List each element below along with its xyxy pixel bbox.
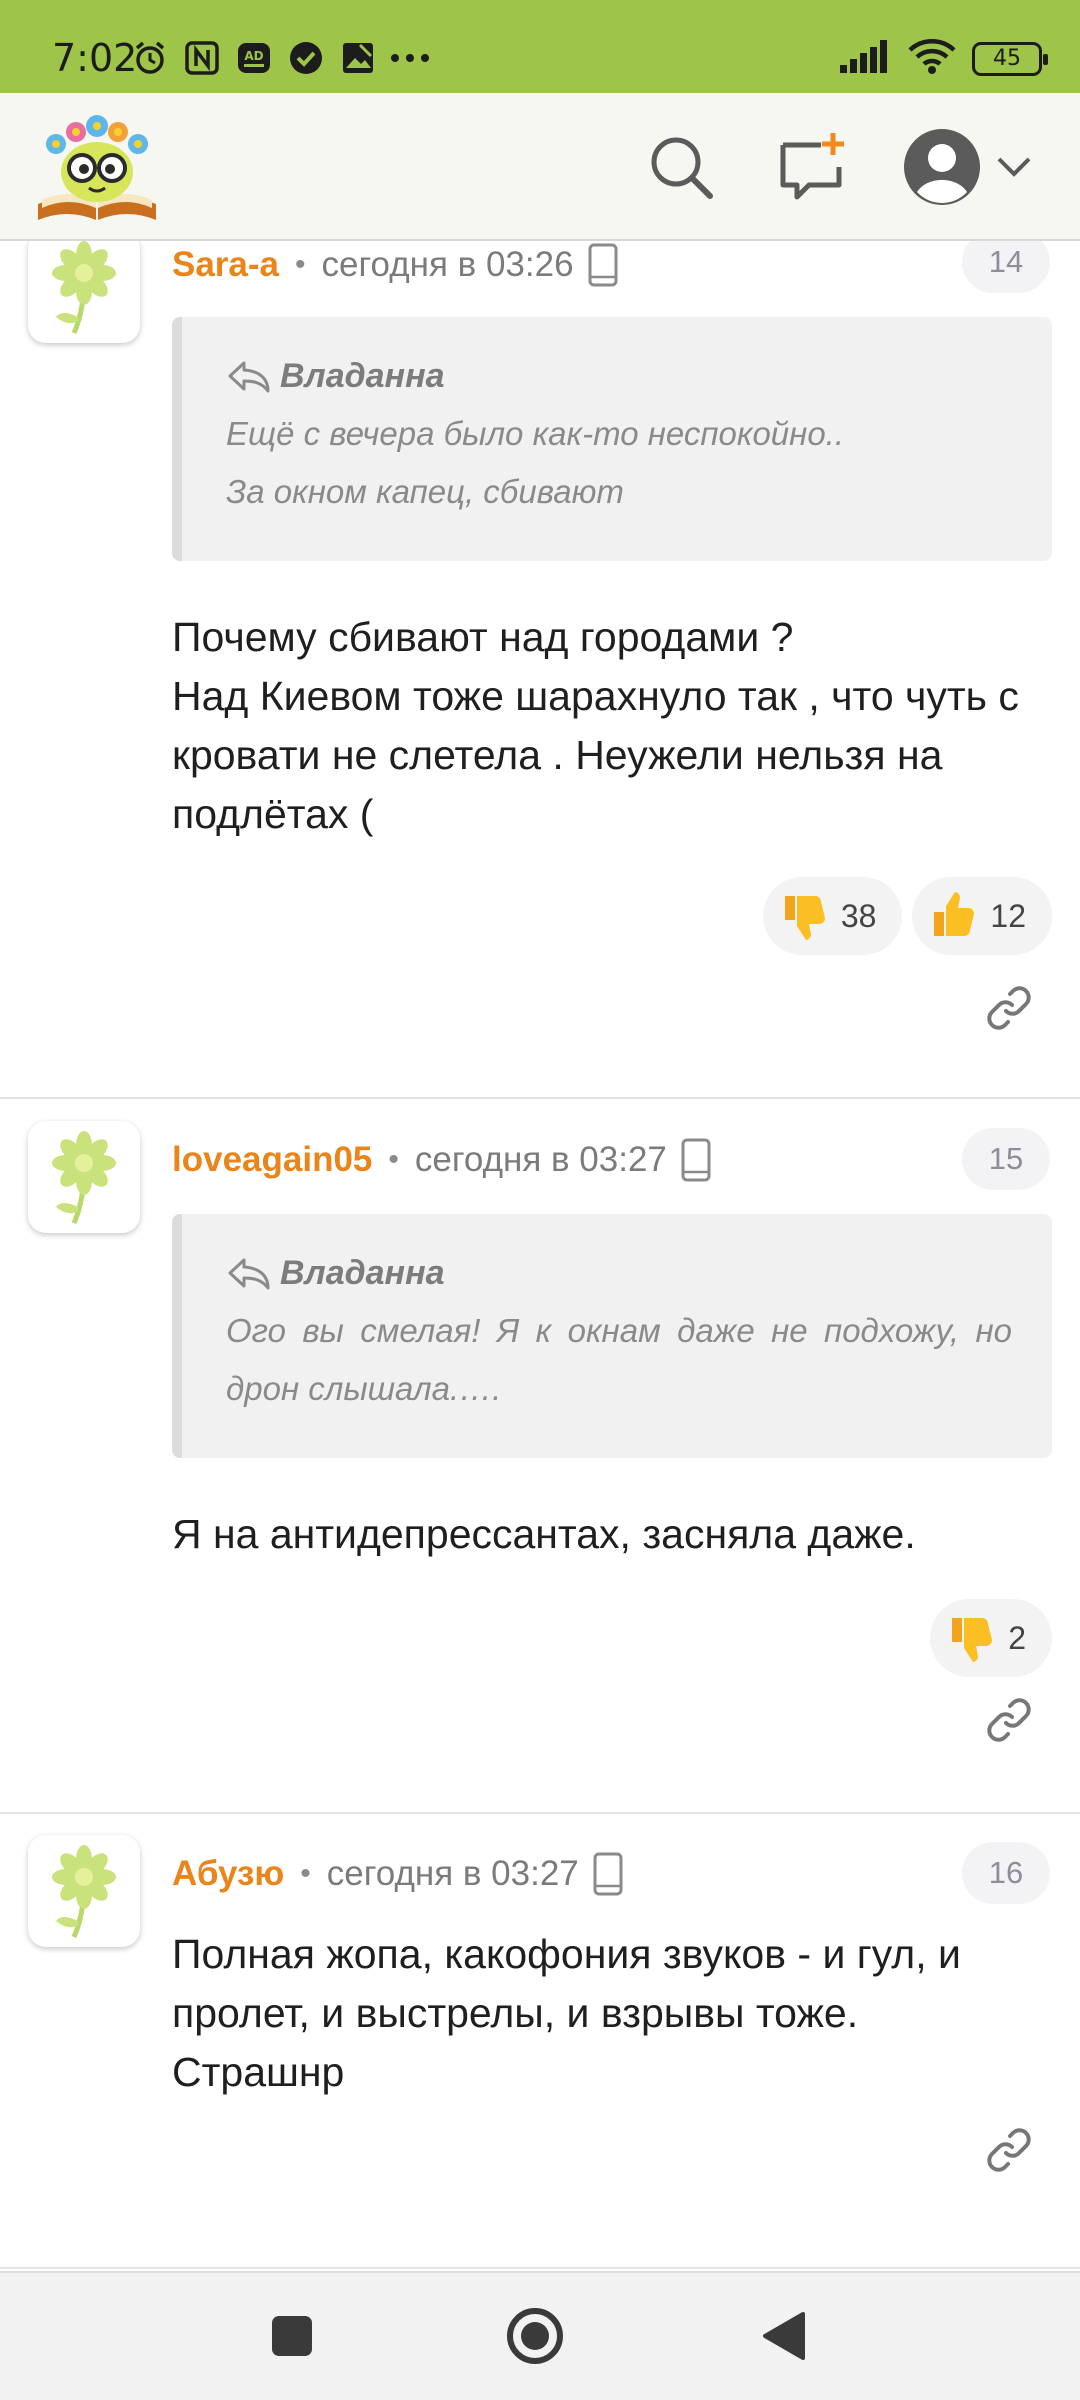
profile-button[interactable]: [900, 125, 984, 209]
battery-icon: 45: [972, 41, 1048, 76]
comment-meta: Sara-a • сегодня в 03:26: [172, 241, 618, 290]
comment-link-button[interactable]: [984, 2125, 1034, 2175]
user-avatar[interactable]: [28, 1835, 140, 1947]
dislike-button[interactable]: 38: [762, 877, 903, 955]
dislike-count: 2: [1008, 1619, 1026, 1656]
more-dots-icon: [390, 38, 430, 78]
comment-body-line: Над Киевом тоже шарахнуло так , что чуть…: [172, 673, 1019, 837]
status-system-icons: 45: [840, 38, 1048, 79]
comment-number[interactable]: 15: [962, 1128, 1050, 1190]
avatar-icon: [904, 129, 980, 205]
reactions: 2: [930, 1599, 1052, 1677]
comment-time: сегодня в 03:27: [414, 1140, 667, 1179]
quote-line: За окном капец, сбивают: [226, 473, 624, 510]
status-time: 7:02: [52, 36, 138, 80]
comment-body-line: Страшнр: [172, 2049, 345, 2095]
wifi-icon: [908, 38, 956, 79]
comment-time: сегодня в 03:27: [326, 1854, 579, 1893]
reply-arrow-icon: [228, 361, 270, 393]
back-button[interactable]: [748, 2301, 818, 2371]
new-post-button[interactable]: [772, 128, 850, 206]
search-icon: [651, 137, 713, 199]
recent-apps-button[interactable]: [257, 2301, 327, 2371]
comment-meta: Абузю • сегодня в 03:27: [172, 1849, 623, 1899]
profile-menu-toggle[interactable]: [992, 128, 1036, 206]
quote-block: Владанна Ещё с вечера было как-то неспок…: [172, 317, 1052, 561]
comment-body-line: Полная жопа, какофония звуков - и гул, и…: [172, 1931, 961, 2036]
comment-link-button[interactable]: [984, 983, 1034, 1033]
thumbs-down-icon: [952, 1618, 993, 1662]
reply-arrow-icon: [228, 1258, 270, 1290]
check-circle-icon: [286, 38, 326, 78]
comment-divider: [0, 2267, 1080, 2269]
dislike-count: 38: [840, 897, 877, 934]
quote-line: Ещё с вечера было как-то неспокойно..: [226, 415, 845, 452]
square-icon: [272, 2316, 312, 2356]
comment-link-button[interactable]: [984, 1695, 1034, 1745]
comment-body: Я на антидепрессантах, засняла даже.: [172, 1505, 1052, 1564]
quote-author: Владанна: [280, 1253, 445, 1292]
app-header: [0, 93, 1080, 241]
thumbs-down-icon: [784, 896, 825, 940]
separator-dot: •: [295, 248, 306, 281]
link-icon: [987, 2128, 1031, 2172]
user-avatar[interactable]: [28, 1121, 140, 1233]
site-logo[interactable]: [34, 108, 160, 226]
separator-dot: •: [300, 1857, 311, 1890]
svg-text:AD: AD: [244, 49, 263, 63]
comment-body-line: Почему сбивают над городами ?: [172, 614, 794, 660]
comment-number[interactable]: 16: [962, 1842, 1050, 1904]
nfc-icon: [182, 38, 222, 78]
mobile-device-icon: [588, 243, 618, 287]
comment-body: Полная жопа, какофония звуков - и гул, и…: [172, 1925, 1052, 2102]
system-navigation-bar: [0, 2271, 1080, 2400]
link-icon: [987, 986, 1031, 1030]
quote-author: Владанна: [280, 356, 445, 395]
comment-body: Почему сбивают над городами ? Над Киевом…: [172, 608, 1052, 844]
comment-divider: [0, 1097, 1080, 1099]
separator-dot: •: [388, 1143, 399, 1176]
mobile-device-icon: [593, 1852, 623, 1896]
quote-header: Владанна: [226, 353, 1052, 399]
quote-block: Владанна Ого вы смелая! Я к окнам даже н…: [172, 1214, 1052, 1458]
user-avatar[interactable]: [28, 241, 140, 343]
comment-time: сегодня в 03:26: [321, 245, 574, 284]
comment-16: Абузю • сегодня в 03:27 16 Полная жопа, …: [0, 1835, 1080, 2271]
alarm-icon: [130, 38, 170, 78]
chevron-down-icon: [997, 157, 1031, 177]
battery-level: 45: [993, 46, 1021, 71]
flower-avatar-icon: [52, 1131, 116, 1225]
comment-author[interactable]: Sara-a: [172, 245, 279, 285]
home-circle-icon: [507, 2308, 563, 2364]
signal-icon: [840, 39, 892, 78]
like-count: 12: [990, 897, 1026, 934]
gallery-icon: [338, 38, 378, 78]
reactions: 38 12: [762, 877, 1052, 955]
flower-avatar-icon: [52, 1845, 116, 1939]
like-button[interactable]: 12: [912, 877, 1052, 955]
quote-header: Владанна: [226, 1250, 1052, 1296]
quote-text: Ого вы смелая! Я к окнам даже не подхожу…: [226, 1312, 1012, 1407]
comment-author[interactable]: Абузю: [172, 1854, 284, 1894]
home-button[interactable]: [500, 2301, 570, 2371]
mobile-device-icon: [681, 1138, 711, 1182]
comment-divider: [0, 1812, 1080, 1814]
dislike-button[interactable]: 2: [930, 1599, 1052, 1677]
link-icon: [987, 1698, 1031, 1742]
comment-meta: loveagain05 • сегодня в 03:27: [172, 1135, 711, 1185]
new-message-icon: [780, 133, 844, 200]
comment-number[interactable]: 14: [962, 241, 1050, 293]
back-triangle-icon: [763, 2312, 805, 2360]
status-notification-icons: AD: [130, 38, 430, 78]
comment-body-line: Я на антидепрессантах, засняла даже.: [172, 1511, 916, 1557]
quote-text: Ещё с вечера было как-то неспокойно.. За…: [226, 405, 1052, 521]
status-bar: 7:02 AD 45: [0, 0, 1080, 93]
comment-author[interactable]: loveagain05: [172, 1140, 372, 1180]
ad-blocker-icon: AD: [234, 38, 274, 78]
flower-avatar-icon: [52, 241, 116, 335]
comments-list: Sara-a • сегодня в 03:26 14 Владанна Ещё…: [0, 241, 1080, 2271]
search-button[interactable]: [642, 128, 720, 206]
thumbs-up-icon: [934, 892, 975, 936]
